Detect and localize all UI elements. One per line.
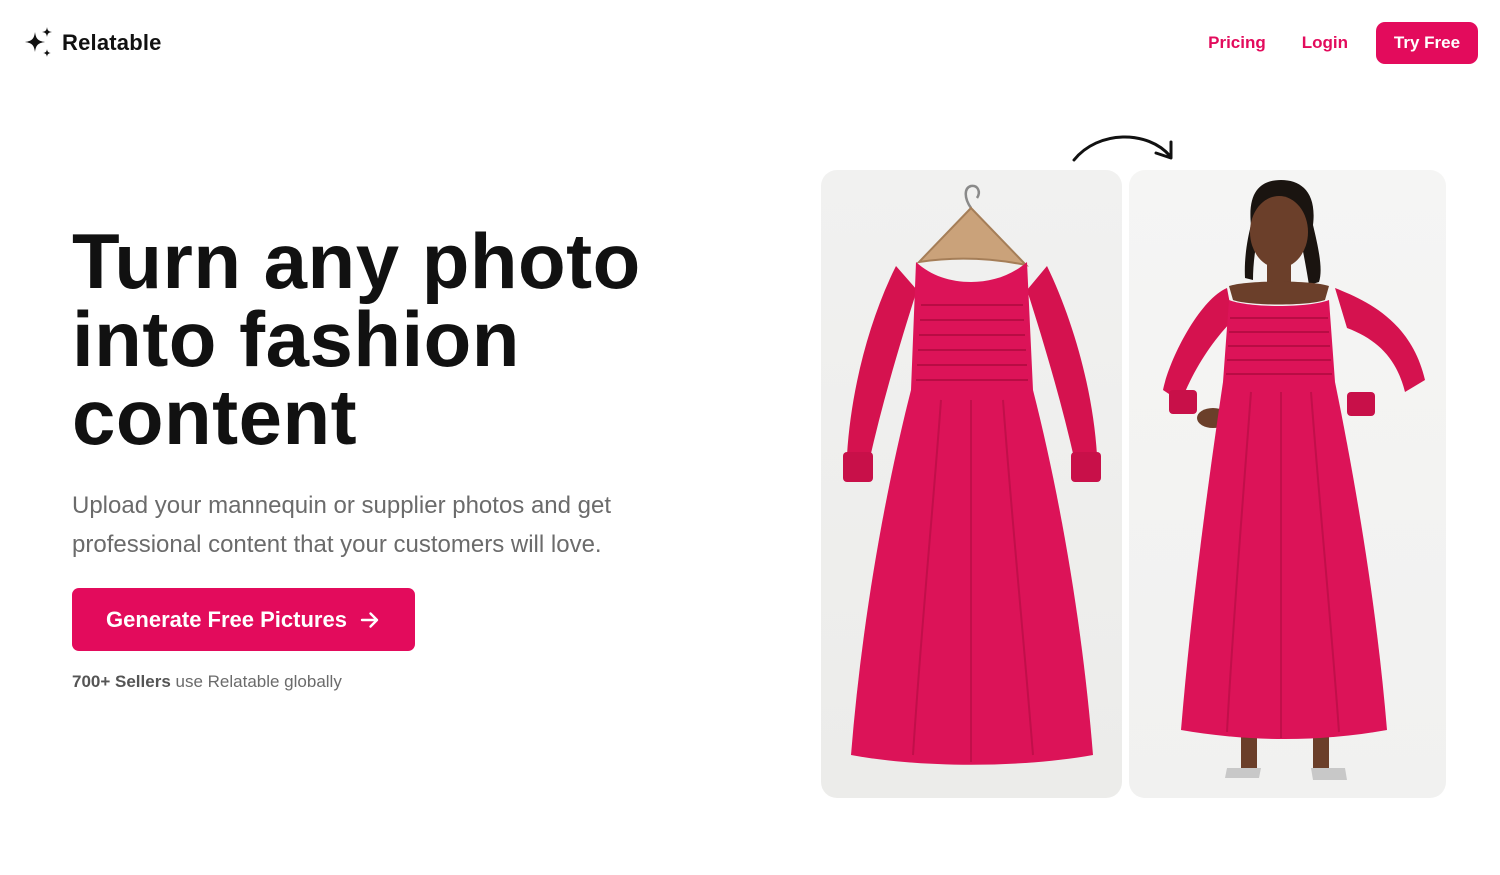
top-navigation-bar: Relatable Pricing Login Try Free bbox=[0, 0, 1500, 88]
generate-free-pictures-button[interactable]: Generate Free Pictures bbox=[72, 588, 415, 651]
brand-name: Relatable bbox=[62, 30, 162, 55]
nav-link-pricing[interactable]: Pricing bbox=[1208, 33, 1266, 53]
hero-section: Turn any photo into fashion content Uplo… bbox=[72, 222, 752, 692]
social-proof-count: 700+ Sellers bbox=[72, 672, 171, 691]
hero-headline-line-1: Turn any photo bbox=[72, 217, 641, 305]
hero-subtitle: Upload your mannequin or supplier photos… bbox=[72, 492, 612, 558]
curved-arrow-icon bbox=[1072, 135, 1173, 162]
nav-link-login[interactable]: Login bbox=[1302, 33, 1348, 53]
arrow-right-icon bbox=[360, 611, 379, 628]
hero-headline-line-3: content bbox=[72, 373, 358, 461]
sparkles-icon bbox=[25, 27, 52, 57]
after-image-panel bbox=[1129, 170, 1446, 798]
social-proof: 700+ Sellers use Relatable globally bbox=[72, 672, 752, 692]
try-free-button[interactable]: Try Free bbox=[1376, 22, 1478, 64]
before-image-panel bbox=[821, 170, 1122, 798]
brand-logo[interactable]: Relatable bbox=[22, 26, 162, 60]
social-proof-text: use Relatable globally bbox=[170, 672, 342, 691]
dress-on-hanger-image bbox=[843, 184, 1101, 765]
main-nav: Pricing Login Try Free bbox=[1208, 22, 1478, 64]
hero-headline-line-2: into fashion bbox=[72, 295, 520, 383]
model-wearing-dress-image bbox=[1163, 180, 1425, 780]
hero-headline: Turn any photo into fashion content bbox=[72, 222, 752, 456]
cta-label: Generate Free Pictures bbox=[106, 606, 347, 632]
